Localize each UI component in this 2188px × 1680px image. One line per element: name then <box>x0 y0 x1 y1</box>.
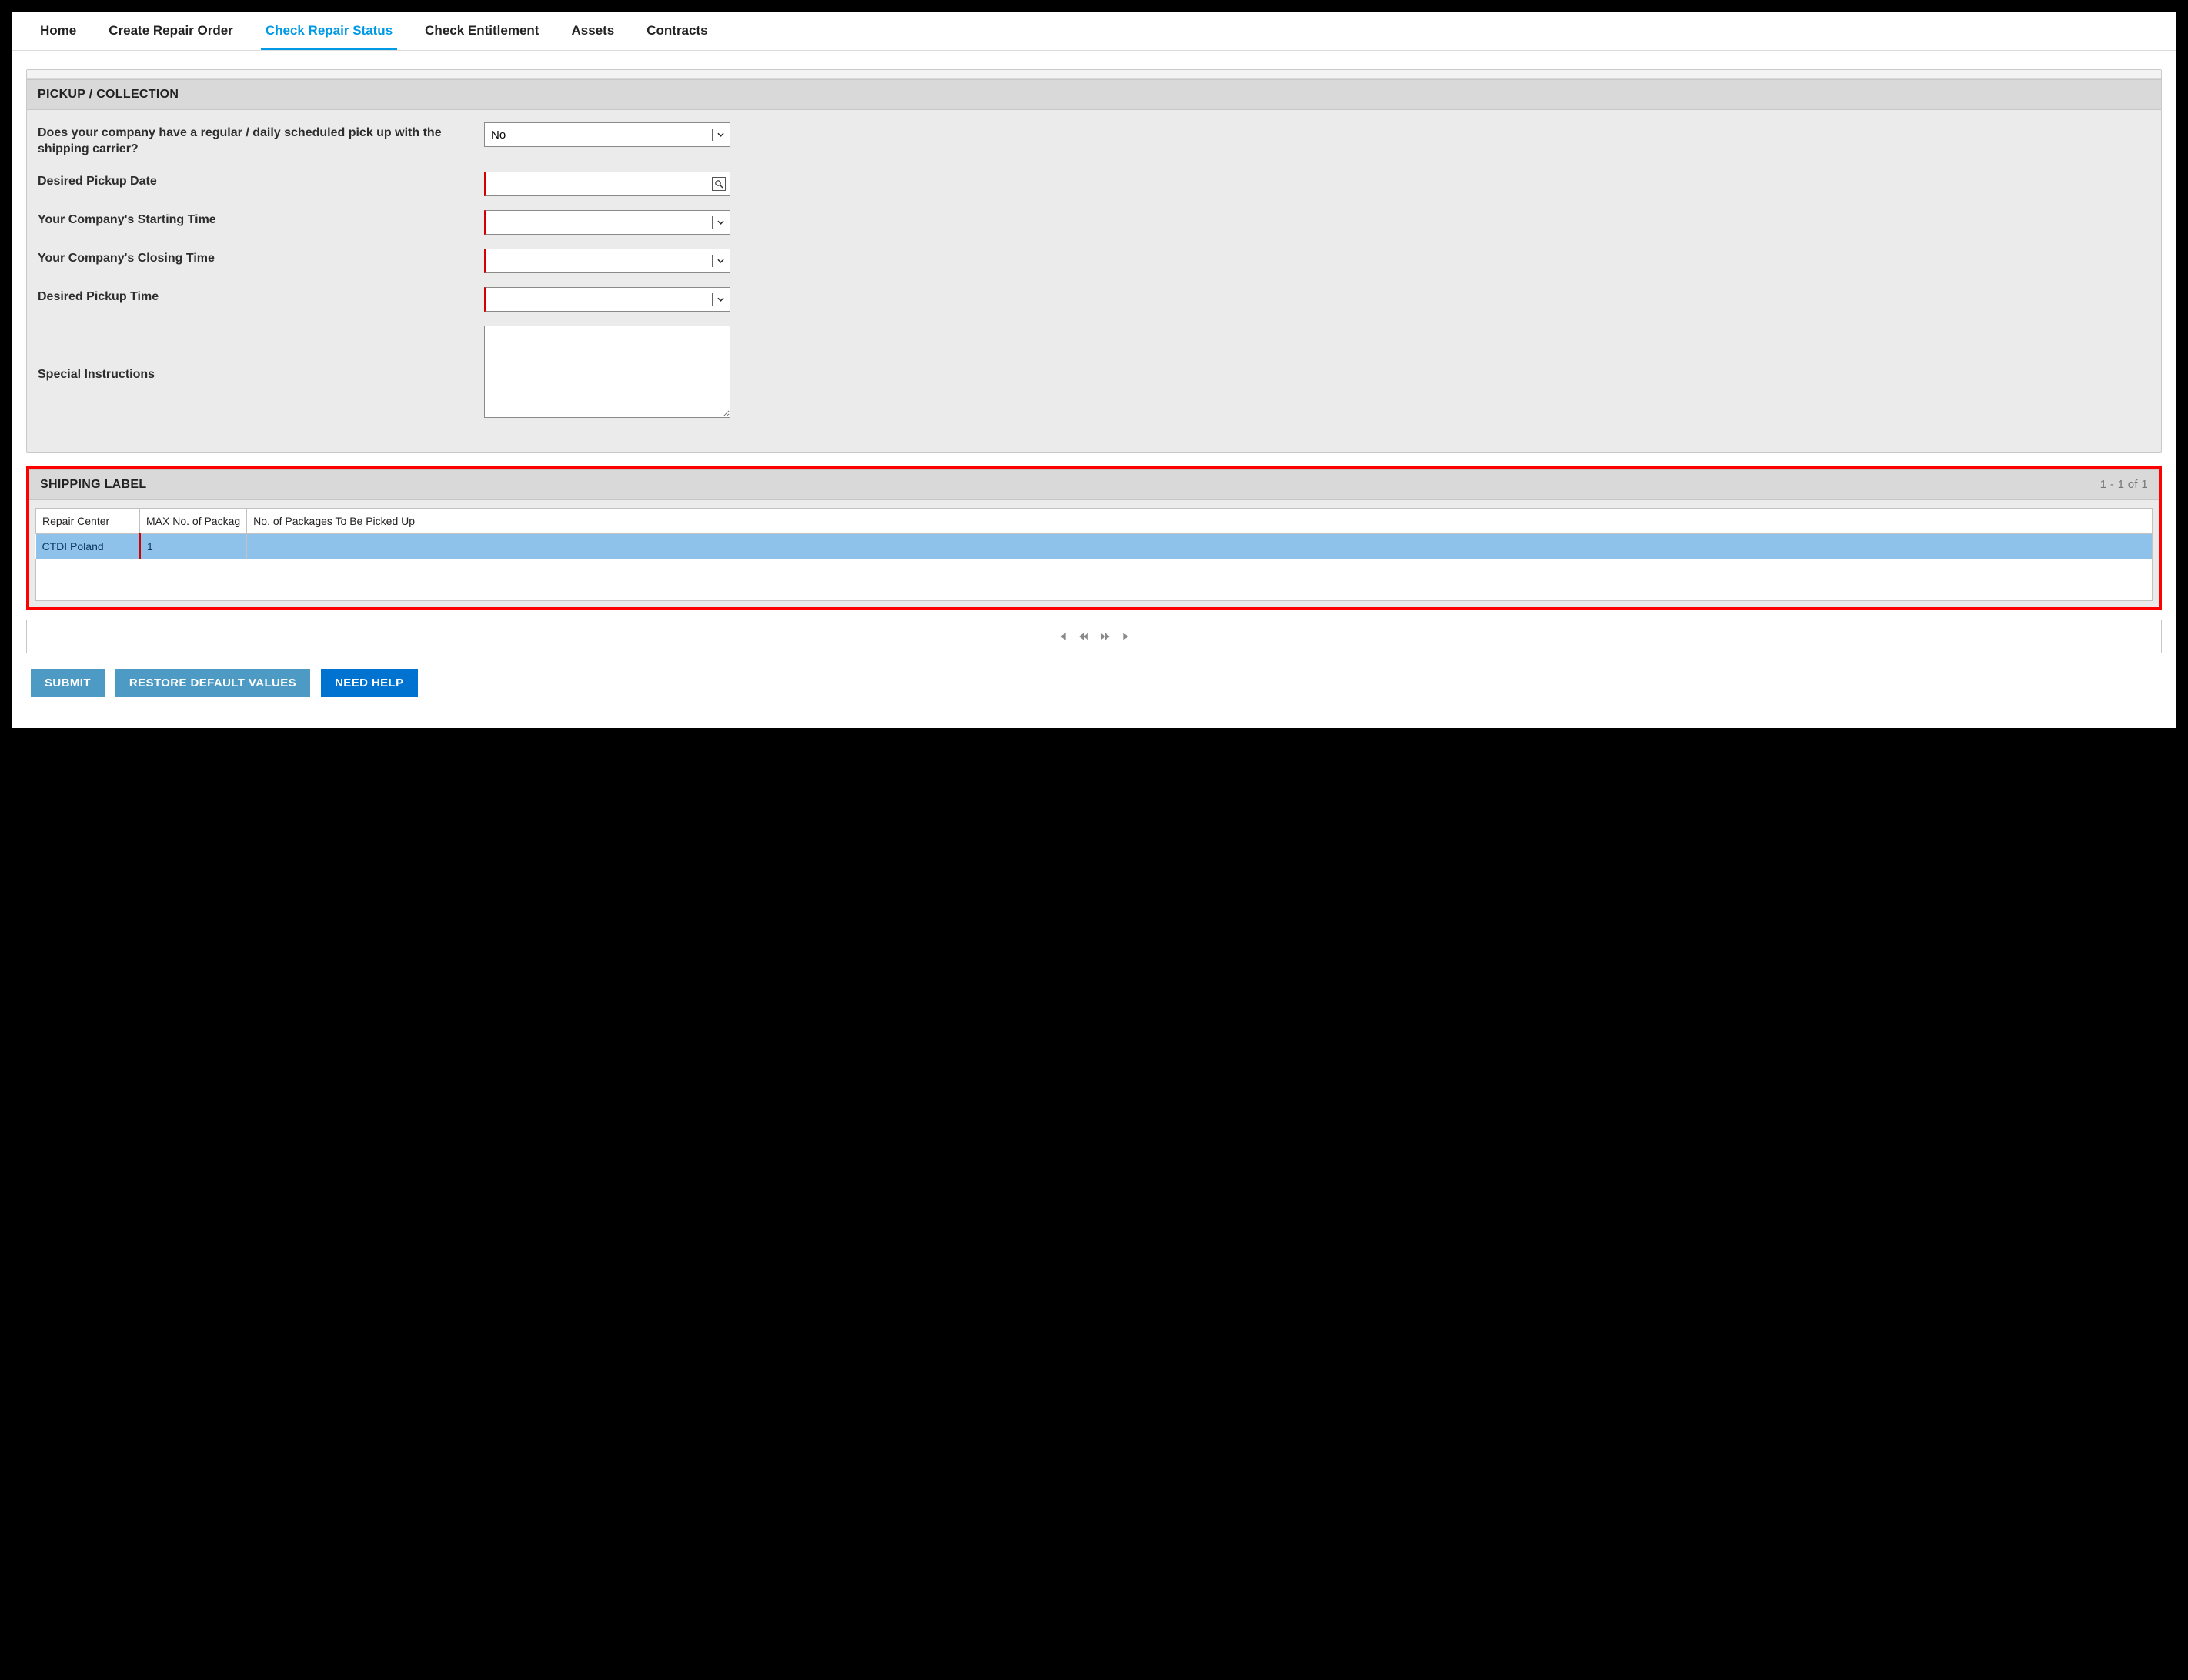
table-row[interactable]: CTDI Poland 1 <box>36 533 2153 559</box>
need-help-button[interactable]: NEED HELP <box>321 669 417 697</box>
pickup-time-select[interactable] <box>484 287 730 312</box>
start-time-label: Your Company's Starting Time <box>38 210 484 227</box>
pickup-collection-panel: PICKUP / COLLECTION Does your company ha… <box>26 69 2162 453</box>
pickup-collection-header: PICKUP / COLLECTION <box>27 79 2161 110</box>
cell-max-packages[interactable]: 1 <box>140 533 247 559</box>
scheduled-pickup-select[interactable] <box>484 122 730 147</box>
shipping-label-highlight: SHIPPING LABEL 1 - 1 of 1 Repair Center … <box>26 466 2162 610</box>
pickup-title: PICKUP / COLLECTION <box>38 88 179 102</box>
col-max-packages[interactable]: MAX No. of Packag <box>140 508 247 533</box>
nav-tab-home[interactable]: Home <box>35 12 81 50</box>
shipping-count: 1 - 1 of 1 <box>2100 478 2148 491</box>
special-instructions-label: Special Instructions <box>38 365 484 382</box>
top-nav: Home Create Repair Order Check Repair Stat… <box>12 12 2176 51</box>
pager-prev-icon[interactable] <box>1077 630 1091 643</box>
nav-tab-create-repair-order[interactable]: Create Repair Order <box>104 12 238 50</box>
pager-last-icon[interactable] <box>1120 630 1134 643</box>
pager-next-icon[interactable] <box>1098 630 1112 643</box>
pager-first-icon[interactable] <box>1055 630 1069 643</box>
pickup-time-label: Desired Pickup Time <box>38 287 484 304</box>
col-repair-center[interactable]: Repair Center <box>36 508 140 533</box>
cell-packages-pickup[interactable] <box>247 533 2153 559</box>
nav-tab-contracts[interactable]: Contracts <box>642 12 712 50</box>
nav-tab-check-entitlement[interactable]: Check Entitlement <box>420 12 543 50</box>
action-button-bar: SUBMIT RESTORE DEFAULT VALUES NEED HELP <box>26 653 2162 697</box>
pickup-date-label: Desired Pickup Date <box>38 172 484 189</box>
restore-defaults-button[interactable]: RESTORE DEFAULT VALUES <box>115 669 310 697</box>
col-packages-pickup[interactable]: No. of Packages To Be Picked Up <box>247 508 2153 533</box>
nav-tab-assets[interactable]: Assets <box>566 12 619 50</box>
special-instructions-textarea[interactable] <box>484 326 730 418</box>
cell-repair-center: CTDI Poland <box>36 533 140 559</box>
close-time-label: Your Company's Closing Time <box>38 249 484 266</box>
close-time-select[interactable] <box>484 249 730 273</box>
pickup-date-input[interactable] <box>484 172 730 196</box>
shipping-title: SHIPPING LABEL <box>40 478 146 492</box>
shipping-label-header: SHIPPING LABEL 1 - 1 of 1 <box>29 469 2159 500</box>
pager-bar <box>26 620 2162 653</box>
shipping-label-table: Repair Center MAX No. of Packag No. of P… <box>35 508 2153 559</box>
scheduled-pickup-label: Does your company have a regular / daily… <box>38 122 484 158</box>
nav-tab-check-repair-status[interactable]: Check Repair Status <box>261 12 397 50</box>
start-time-select[interactable] <box>484 210 730 235</box>
submit-button[interactable]: SUBMIT <box>31 669 105 697</box>
